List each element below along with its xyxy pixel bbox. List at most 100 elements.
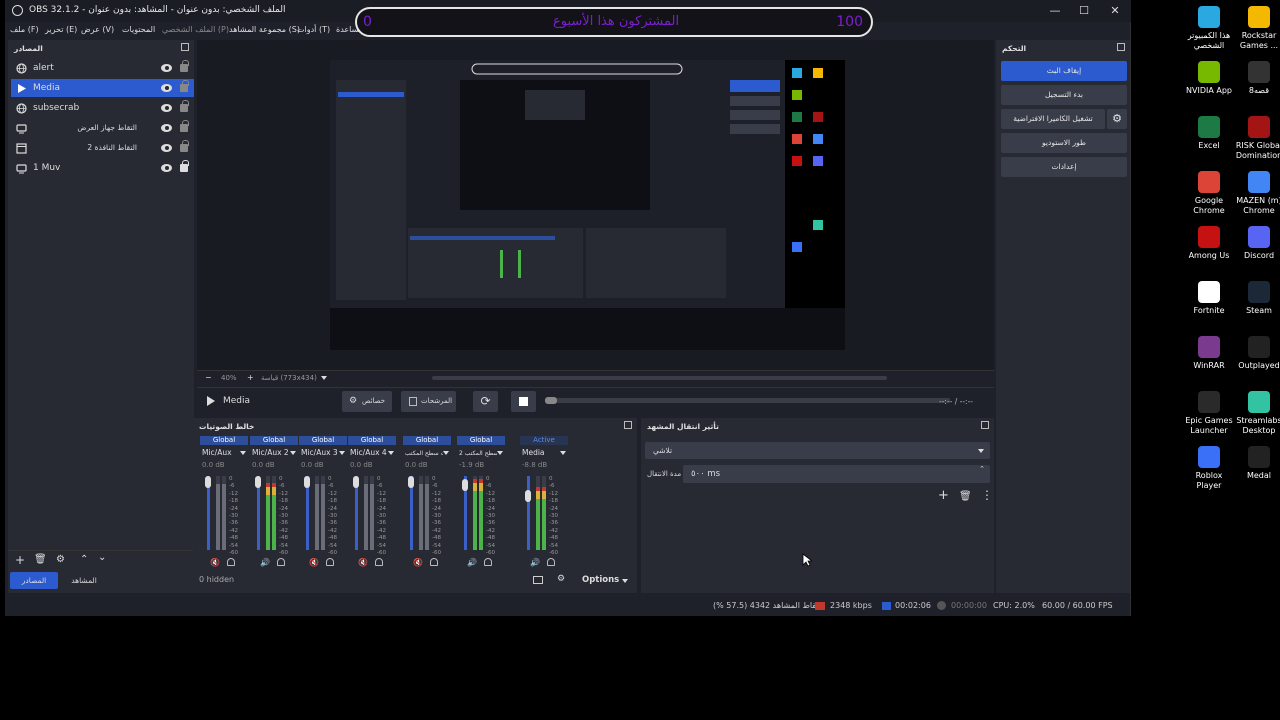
- zoom-in-icon[interactable]: +: [247, 373, 254, 382]
- fader-handle[interactable]: [353, 476, 359, 488]
- lock-icon[interactable]: [180, 160, 189, 172]
- options-dropdown-icon[interactable]: [622, 579, 628, 583]
- fader-handle[interactable]: [462, 479, 468, 492]
- restart-icon[interactable]: ⟳: [473, 391, 498, 412]
- desktop-shortcut[interactable]: هذا الكمبيوتر الشخصي: [1183, 6, 1235, 51]
- undock-icon[interactable]: [624, 421, 632, 429]
- properties-button[interactable]: خصائص ⚙: [342, 391, 392, 412]
- minimize-button[interactable]: —: [1045, 3, 1065, 19]
- channel-menu-icon[interactable]: [240, 451, 246, 455]
- desktop-shortcut[interactable]: WinRAR: [1183, 336, 1235, 371]
- desktop-shortcut[interactable]: RISK Global Domination: [1233, 116, 1280, 161]
- studio-mode-button[interactable]: طور الاستوديو: [1001, 133, 1127, 153]
- visibility-eye-icon[interactable]: [161, 84, 172, 92]
- channel-menu-icon[interactable]: [388, 451, 394, 455]
- add-icon[interactable]: +: [15, 553, 25, 567]
- visibility-eye-icon[interactable]: [161, 164, 172, 172]
- lock-icon[interactable]: [180, 80, 189, 92]
- desktop-shortcut[interactable]: Excel: [1183, 116, 1235, 151]
- program-preview[interactable]: [330, 60, 845, 350]
- menu-profile[interactable]: الملف الشخصي (P): [162, 25, 229, 34]
- desktop-shortcut[interactable]: Discord: [1233, 226, 1280, 261]
- speaker-icon[interactable]: 🔊: [467, 558, 477, 567]
- undock-icon[interactable]: [981, 421, 989, 429]
- channel-menu-icon[interactable]: [339, 451, 345, 455]
- muted-speaker-icon[interactable]: 🔇: [413, 558, 423, 567]
- visibility-eye-icon[interactable]: [161, 144, 172, 152]
- layout-icon[interactable]: [533, 576, 543, 584]
- fader-handle[interactable]: [255, 476, 261, 488]
- transition-select[interactable]: تلاشي: [645, 442, 990, 459]
- move-down-icon[interactable]: ⌄: [98, 552, 106, 563]
- headphones-icon[interactable]: [547, 558, 555, 566]
- headphones-icon[interactable]: [375, 558, 383, 566]
- desktop-shortcut[interactable]: 8قصه: [1233, 61, 1280, 96]
- undock-icon[interactable]: [181, 43, 189, 51]
- source-item[interactable]: subsecrab: [11, 99, 194, 117]
- channel-menu-icon[interactable]: [290, 451, 296, 455]
- close-button[interactable]: ✕: [1105, 3, 1125, 19]
- stop-button[interactable]: [511, 391, 536, 412]
- virtual-camera-settings-icon[interactable]: ⚙: [1107, 109, 1127, 129]
- start-recording-button[interactable]: بدء التسجيل: [1001, 85, 1127, 105]
- volume-fader[interactable]: [408, 476, 414, 550]
- maximize-button[interactable]: ☐: [1074, 3, 1094, 19]
- tab-sources[interactable]: المصادر: [10, 572, 58, 589]
- channel-name[interactable]: صوت سطح المكتب: [405, 450, 443, 457]
- menu-edit[interactable]: تحرير (E): [45, 25, 77, 34]
- undock-icon[interactable]: [1117, 43, 1125, 51]
- trash-icon[interactable]: 🗑: [959, 491, 972, 502]
- move-up-icon[interactable]: ⌃: [80, 554, 88, 565]
- desktop-shortcut[interactable]: Google Chrome: [1183, 171, 1235, 216]
- visibility-eye-icon[interactable]: [161, 64, 172, 72]
- menu-file[interactable]: ملف (F): [10, 25, 39, 34]
- channel-name[interactable]: Mic/Aux 2: [252, 448, 290, 457]
- lock-icon[interactable]: [180, 60, 189, 72]
- desktop-shortcut[interactable]: Streamlabs Desktop: [1233, 391, 1280, 436]
- desktop-shortcut[interactable]: Medal: [1233, 446, 1280, 481]
- desktop-shortcut[interactable]: NVIDIA App: [1183, 61, 1235, 96]
- gear-icon[interactable]: ⚙: [56, 554, 65, 565]
- menu-tools[interactable]: أدوات (T): [297, 25, 330, 34]
- fader-handle[interactable]: [304, 476, 310, 488]
- headphones-icon[interactable]: [227, 558, 235, 566]
- settings-button[interactable]: إعدادات: [1001, 157, 1127, 177]
- zoom-out-icon[interactable]: −: [205, 373, 212, 382]
- headphones-icon[interactable]: [326, 558, 334, 566]
- menu-docks[interactable]: المحتويات: [122, 25, 155, 34]
- desktop-shortcut[interactable]: Outplayed: [1233, 336, 1280, 371]
- desktop-shortcut[interactable]: Roblox Player: [1183, 446, 1235, 491]
- filters-button[interactable]: المرشحات: [401, 391, 456, 412]
- add-transition-icon[interactable]: +: [938, 488, 949, 503]
- source-item[interactable]: Media: [11, 79, 194, 97]
- seek-handle[interactable]: [545, 397, 557, 404]
- desktop-shortcut[interactable]: Rockstar Games ...: [1233, 6, 1280, 51]
- desktop-shortcut[interactable]: Fortnite: [1183, 281, 1235, 316]
- duration-field[interactable]: ٥٠٠ ms ⌃: [683, 465, 990, 483]
- more-options-icon[interactable]: ⋮: [981, 488, 993, 502]
- virtual-camera-button[interactable]: تشغيل الكاميرا الافتراضية: [1001, 109, 1105, 129]
- fader-handle[interactable]: [205, 476, 211, 488]
- volume-fader[interactable]: [255, 476, 261, 550]
- visibility-eye-icon[interactable]: [161, 104, 172, 112]
- desktop-shortcut[interactable]: Among Us: [1183, 226, 1235, 261]
- preview-scrollbar[interactable]: [432, 376, 887, 380]
- lock-icon[interactable]: [180, 140, 189, 152]
- mixer-settings-icon[interactable]: ⚙: [557, 574, 565, 584]
- zoom-dropdown-icon[interactable]: [321, 376, 327, 380]
- source-item[interactable]: التقاط النافذة 2: [11, 139, 194, 157]
- headphones-icon[interactable]: [484, 558, 492, 566]
- volume-fader[interactable]: [205, 476, 211, 550]
- muted-speaker-icon[interactable]: 🔇: [309, 558, 319, 567]
- source-item[interactable]: alert: [11, 59, 194, 77]
- fader-handle[interactable]: [408, 476, 414, 488]
- desktop-shortcut[interactable]: MAZEN (m) Chrome: [1233, 171, 1280, 216]
- channel-name[interactable]: Mic/Aux: [202, 448, 240, 457]
- menu-view[interactable]: عرض (V): [81, 25, 114, 34]
- channel-name[interactable]: Mic/Aux 3: [301, 448, 339, 457]
- speaker-icon[interactable]: 🔊: [260, 558, 270, 567]
- channel-menu-icon[interactable]: [560, 451, 566, 455]
- stop-streaming-button[interactable]: إيقاف البث: [1001, 61, 1127, 81]
- volume-fader[interactable]: [462, 476, 468, 550]
- headphones-icon[interactable]: [277, 558, 285, 566]
